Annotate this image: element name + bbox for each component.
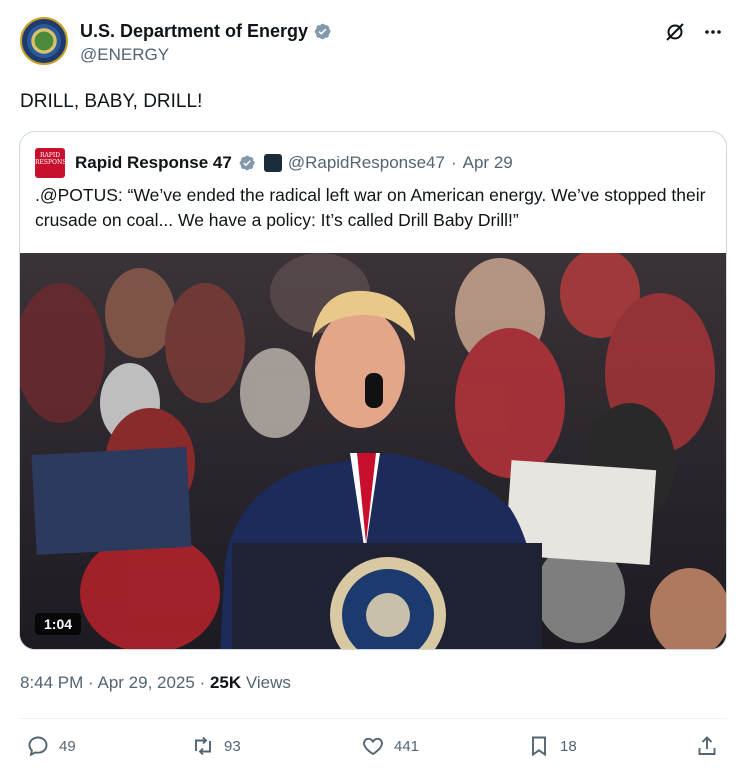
views-label: Views [241, 673, 291, 692]
author-display-name[interactable]: U.S. Department of Energy [80, 20, 308, 42]
bookmark-button[interactable]: 18 [527, 734, 577, 758]
quote-separator: · [450, 153, 457, 172]
quote-header: RAPID RESPONSE Rapid Response 47 @RapidR… [35, 148, 513, 178]
post-time[interactable]: 8:44 PM [20, 673, 83, 692]
repost-icon [195, 736, 211, 756]
tweet-meta: 8:44 PM · Apr 29, 2025 · 25K Views [20, 673, 291, 693]
verified-badge-icon [239, 155, 255, 171]
doe-seal [27, 24, 61, 58]
post-date[interactable]: Apr 29, 2025 [97, 673, 194, 692]
like-button[interactable]: 441 [361, 734, 419, 758]
share-button[interactable] [695, 734, 719, 758]
author-avatar[interactable] [20, 17, 68, 65]
like-count: 441 [394, 737, 420, 755]
bookmark-icon [532, 736, 546, 757]
divider [20, 718, 727, 719]
quote-avatar[interactable]: RAPID RESPONSE [35, 148, 71, 178]
meta-separator: · [83, 673, 98, 692]
author-handle[interactable]: @ENERGY [80, 44, 332, 66]
top-icons [664, 21, 724, 43]
action-bar: 49 93 441 18 [0, 734, 742, 764]
author-names: U.S. Department of Energy @ENERGY [80, 20, 332, 66]
author-display-name-row[interactable]: U.S. Department of Energy [80, 20, 332, 42]
quote-date[interactable]: Apr 29 [463, 153, 513, 173]
views-count: 25K [209, 673, 242, 692]
tweet-header: U.S. Department of Energy @ENERGY [20, 17, 724, 67]
video-player[interactable]: 1:04 [20, 253, 726, 649]
video-duration: 1:04 [35, 613, 82, 635]
affiliate-badge-icon [263, 154, 282, 172]
quoted-tweet[interactable]: RAPID RESPONSE Rapid Response 47 @RapidR… [19, 131, 727, 650]
more-icon[interactable] [702, 21, 724, 43]
heart-icon [363, 737, 383, 756]
quote-display-name[interactable]: Rapid Response 47 [75, 153, 232, 173]
reply-icon [28, 736, 48, 757]
grok-icon[interactable] [664, 21, 686, 43]
reply-button[interactable]: 49 [26, 734, 76, 758]
quote-handle[interactable]: @RapidResponse47 [288, 153, 445, 173]
share-icon [698, 736, 716, 755]
tweet-text: DRILL, BABY, DRILL! [20, 91, 203, 112]
bookmark-count: 18 [560, 737, 577, 755]
quote-text: .@POTUS: “We’ve ended the radical left w… [35, 185, 706, 230]
repost-button[interactable]: 93 [191, 734, 241, 758]
verified-badge-icon [314, 23, 331, 39]
reply-count: 49 [59, 737, 76, 755]
repost-count: 93 [224, 737, 241, 755]
meta-separator: · [194, 673, 210, 692]
video-frame [20, 253, 726, 649]
